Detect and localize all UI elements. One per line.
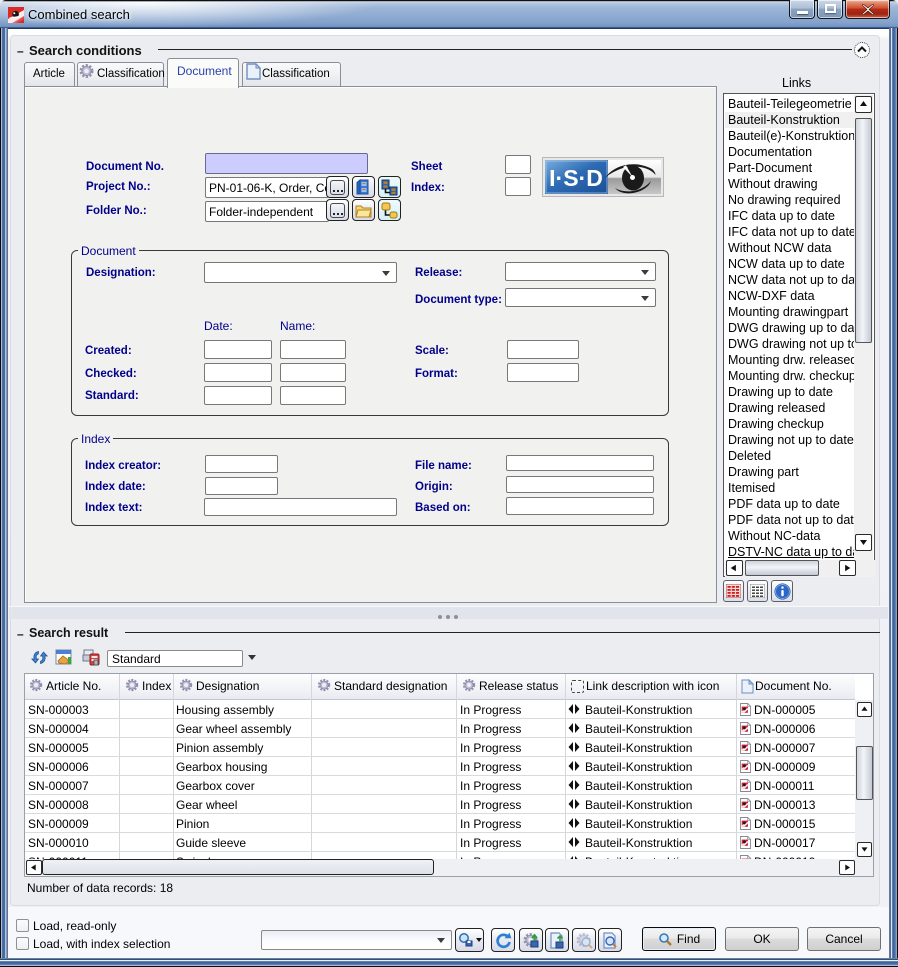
- svg-text:I·S·D: I·S·D: [549, 165, 603, 191]
